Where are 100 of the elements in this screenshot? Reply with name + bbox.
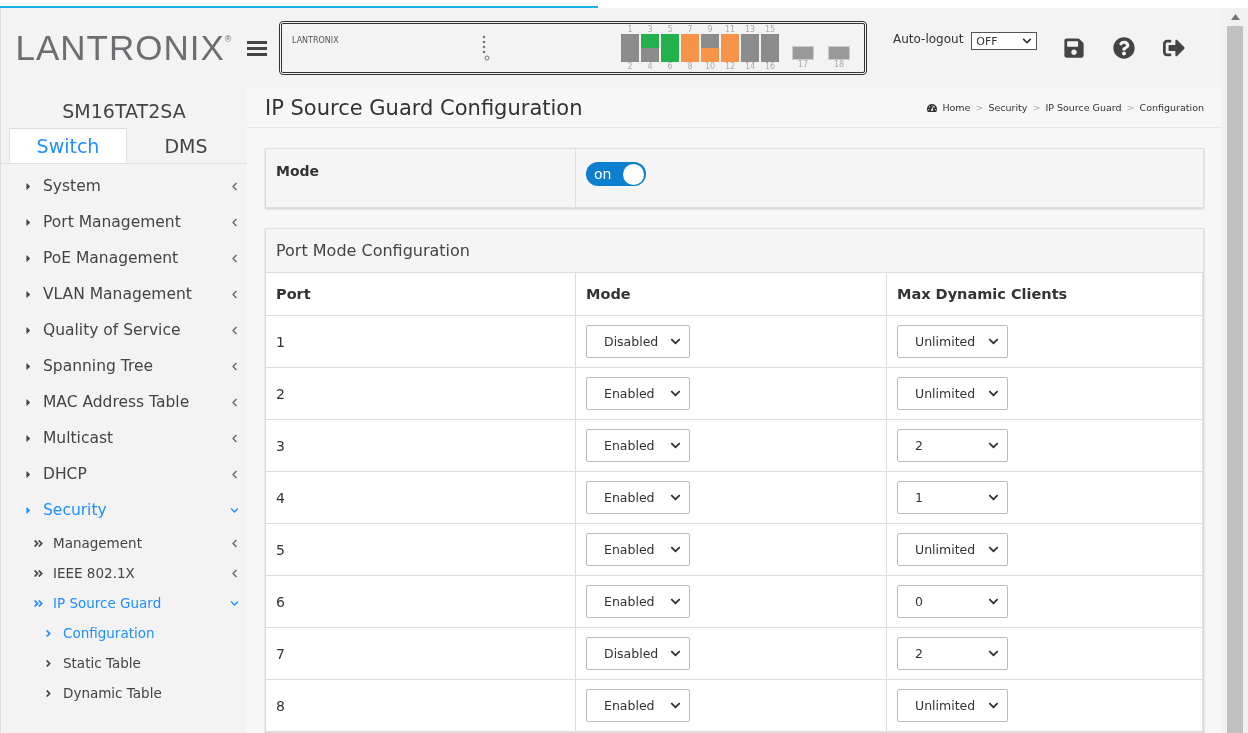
auto-logout-label: Auto-logout (893, 32, 964, 46)
sidebar-item[interactable]: DHCP (1, 456, 247, 492)
chevron-icon (670, 648, 681, 659)
chevron-icon (230, 568, 239, 578)
port-number: 9 (707, 25, 713, 34)
port-cell: 8 (266, 680, 576, 732)
auto-logout-select[interactable]: OFF (971, 32, 1038, 50)
chevron-icon (988, 492, 999, 503)
chevron-icon (670, 596, 681, 607)
chevron-icon (988, 700, 999, 711)
sidebar-item[interactable]: System (1, 168, 247, 204)
mode-select[interactable]: Disabled (586, 325, 690, 358)
chevron-icon (988, 544, 999, 555)
help-icon[interactable] (1113, 37, 1136, 59)
chevron-icon (988, 648, 999, 659)
sidebar-item[interactable]: Management (1, 528, 247, 558)
mode-select[interactable]: Enabled (586, 429, 690, 462)
sidebar-item[interactable]: VLAN Management (1, 276, 247, 312)
mode-select[interactable]: Enabled (586, 481, 690, 514)
sidebar-item[interactable]: Dynamic Table (1, 678, 247, 708)
status-led-icon (482, 34, 490, 62)
port-number: 17 (797, 60, 809, 69)
mode-select[interactable]: Enabled (586, 533, 690, 566)
chevron-icon (230, 289, 239, 299)
logout-icon[interactable] (1163, 37, 1186, 59)
chevron-icon (670, 336, 681, 347)
max-clients-select[interactable]: 1 (897, 481, 1008, 514)
port-number: 6 (667, 62, 673, 71)
scroll-up-icon[interactable] (1230, 14, 1240, 20)
port-cell: 5 (266, 524, 576, 576)
breadcrumb-link[interactable]: IP Source Guard (1045, 102, 1122, 113)
sidebar-item[interactable]: PoE Management (1, 240, 247, 276)
chevron-icon (1022, 36, 1033, 46)
sidebar-item[interactable]: IEEE 802.1X (1, 558, 247, 588)
chevron-icon (670, 388, 681, 399)
chevron-icon (230, 361, 239, 371)
port-number: 10 (704, 62, 716, 71)
scrollbar[interactable] (1222, 8, 1248, 733)
port-cell: 1 (266, 316, 576, 368)
mode-label: Mode (266, 149, 576, 207)
sidebar-item[interactable]: Quality of Service (1, 312, 247, 348)
port-number: 3 (647, 25, 653, 34)
chevron-icon (670, 492, 681, 503)
sidebar-item[interactable]: Static Table (1, 648, 247, 678)
port-number: 18 (833, 60, 845, 69)
save-icon[interactable] (1063, 37, 1086, 59)
sidebar-item[interactable]: Port Management (1, 204, 247, 240)
chevron-icon (230, 217, 239, 227)
sidebar-item[interactable]: MAC Address Table (1, 384, 247, 420)
chevron-icon (670, 700, 681, 711)
port-number: 13 (744, 25, 756, 34)
port-number: 16 (764, 62, 776, 71)
column-header: Max Dynamic Clients (887, 273, 1203, 316)
mode-select[interactable]: Enabled (586, 689, 690, 722)
chevron-icon (230, 181, 239, 191)
caret-icon (33, 537, 44, 549)
device-name: SM16TAT2SA (61, 99, 187, 124)
chevron-icon (230, 433, 239, 443)
chevron-icon (230, 253, 239, 263)
sfp-port (792, 46, 814, 60)
port-number: 14 (744, 62, 756, 71)
port-number: 4 (647, 62, 653, 71)
max-clients-select[interactable]: Unlimited (897, 377, 1008, 410)
port-number: 7 (687, 25, 693, 34)
breadcrumb-link[interactable]: Home (942, 102, 971, 113)
caret-icon (43, 627, 54, 639)
column-header: Mode (576, 273, 887, 316)
sidebar-item[interactable]: Spanning Tree (1, 348, 247, 384)
sidebar-tab[interactable]: DMS (127, 128, 245, 163)
chevron-icon (230, 598, 239, 608)
breadcrumb-link[interactable]: Security (988, 102, 1028, 113)
breadcrumb-separator: > (1032, 102, 1041, 113)
max-clients-select[interactable]: 2 (897, 637, 1008, 670)
port-number: 8 (687, 62, 693, 71)
port-cell: 4 (266, 472, 576, 524)
caret-icon (33, 567, 44, 579)
caret-icon (33, 597, 44, 609)
max-clients-select[interactable]: 0 (897, 585, 1008, 618)
max-clients-select[interactable]: 2 (897, 429, 1008, 462)
menu-icon[interactable] (247, 40, 267, 56)
max-clients-select[interactable]: Unlimited (897, 533, 1008, 566)
mode-select[interactable]: Enabled (586, 377, 690, 410)
max-clients-select[interactable]: Unlimited (897, 325, 1008, 358)
chevron-icon (670, 544, 681, 555)
mode-toggle[interactable]: on (586, 162, 646, 186)
mode-select[interactable]: Disabled (586, 637, 690, 670)
chevron-icon (230, 397, 239, 407)
mode-select[interactable]: Enabled (586, 585, 690, 618)
port-number: 12 (724, 62, 736, 71)
port-number: 11 (724, 25, 736, 34)
port-cell: 6 (266, 576, 576, 628)
page-title: IP Source Guard Configuration (265, 95, 583, 120)
breadcrumb-separator: > (975, 102, 984, 113)
caret-icon (43, 657, 54, 669)
sidebar-item[interactable]: Multicast (1, 420, 247, 456)
port-number: 1 (627, 25, 633, 34)
chevron-icon (230, 469, 239, 479)
max-clients-select[interactable]: Unlimited (897, 689, 1008, 722)
chevron-icon (988, 336, 999, 347)
port-number: 15 (764, 25, 776, 34)
